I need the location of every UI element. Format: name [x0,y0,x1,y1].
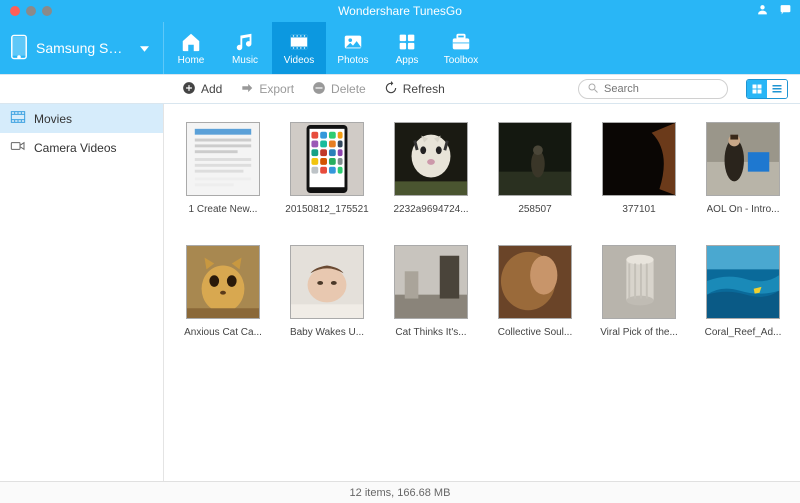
video-thumbnail [498,122,572,196]
video-label: AOL On - Intro... [707,204,780,215]
camcorder-icon [10,139,26,156]
title-right-icons [756,3,792,19]
video-tile[interactable]: Viral Pick of the... [602,245,676,338]
video-tile[interactable]: AOL On - Intro... [706,122,780,215]
account-icon[interactable] [756,3,769,19]
video-thumbnail [290,122,364,196]
video-label: Baby Wakes U... [290,327,364,338]
video-label: 20150812_175521 [285,204,368,215]
video-tile[interactable]: Collective Soul... [498,245,572,338]
view-toggle [746,79,788,99]
video-label: Collective Soul... [498,327,572,338]
nav-apps-label: Apps [396,55,419,66]
video-label: Coral_Reef_Ad... [705,327,782,338]
nav-music-label: Music [232,55,258,66]
phone-icon [10,34,28,63]
export-icon [240,81,254,98]
video-thumbnail [706,245,780,319]
add-label: Add [201,82,222,96]
search-input[interactable] [604,83,719,95]
refresh-icon [384,81,398,98]
nav-home-label: Home [178,55,205,66]
sidebar-item-camera-videos[interactable]: Camera Videos [0,133,163,162]
export-label: Export [259,82,294,96]
nav-photos-label: Photos [337,55,368,66]
video-thumbnail [394,245,468,319]
list-view-button[interactable] [767,80,787,98]
maximize-window-button[interactable] [42,6,52,16]
nav-toolbox-label: Toolbox [444,55,478,66]
content-area: 1 Create New... 20150812_175521 2232a96947… [164,104,800,481]
status-text: 12 items, 166.68 MB [350,487,451,499]
video-tile[interactable]: 2232a9694724... [394,122,468,215]
video-label: 1 Create New... [189,204,258,215]
minimize-window-button[interactable] [26,6,36,16]
nav-home[interactable]: Home [164,22,218,74]
video-tile[interactable]: 258507 [498,122,572,215]
video-grid: 1 Create New... 20150812_175521 2232a96947… [186,122,790,338]
title-bar: Wondershare TunesGo [0,0,800,22]
sidebar-camera-label: Camera Videos [34,141,117,155]
plus-circle-icon [182,81,196,98]
video-tile[interactable]: Cat Thinks It's... [394,245,468,338]
video-thumbnail [602,245,676,319]
video-tile[interactable]: Coral_Reef_Ad... [706,245,780,338]
video-thumbnail [186,245,260,319]
video-thumbnail [290,245,364,319]
window-title: Wondershare TunesGo [0,4,800,18]
sidebar-item-movies[interactable]: Movies [0,104,163,133]
top-navbar: Samsung SM-G... Home Music Videos Photos… [0,22,800,74]
search-box[interactable] [578,79,728,99]
video-label: 258507 [518,204,551,215]
video-thumbnail [186,122,260,196]
nav-music[interactable]: Music [218,22,272,74]
refresh-label: Refresh [403,82,445,96]
nav-items: Home Music Videos Photos Apps Toolbox [164,22,488,74]
video-thumbnail [394,122,468,196]
video-label: Anxious Cat Ca... [184,327,262,338]
video-label: Cat Thinks It's... [395,327,466,338]
video-tile[interactable]: Anxious Cat Ca... [186,245,260,338]
video-tile[interactable]: Baby Wakes U... [290,245,364,338]
film-icon [10,110,26,127]
video-tile[interactable]: 377101 [602,122,676,215]
video-label: 377101 [622,204,655,215]
sidebar: Movies Camera Videos [0,104,164,481]
nav-videos[interactable]: Videos [272,22,326,74]
chevron-down-icon [140,41,149,55]
toolbar: Add Export Delete Refresh [0,74,800,104]
add-button[interactable]: Add [182,81,222,98]
window-controls [0,6,52,16]
video-thumbnail [602,122,676,196]
grid-view-button[interactable] [747,80,767,98]
video-tile[interactable]: 1 Create New... [186,122,260,215]
export-button[interactable]: Export [240,81,294,98]
video-thumbnail [706,122,780,196]
delete-label: Delete [331,82,366,96]
sidebar-movies-label: Movies [34,112,72,126]
device-selector[interactable]: Samsung SM-G... [0,22,164,74]
feedback-icon[interactable] [779,3,792,19]
video-tile[interactable]: 20150812_175521 [290,122,364,215]
video-label: 2232a9694724... [393,204,468,215]
nav-videos-label: Videos [284,55,314,66]
status-bar: 12 items, 166.68 MB [0,481,800,503]
nav-photos[interactable]: Photos [326,22,380,74]
main-body: Movies Camera Videos 1 Create New... 2015… [0,104,800,481]
nav-apps[interactable]: Apps [380,22,434,74]
refresh-button[interactable]: Refresh [384,81,445,98]
video-label: Viral Pick of the... [600,327,678,338]
close-window-button[interactable] [10,6,20,16]
minus-circle-icon [312,81,326,98]
search-icon [587,82,599,97]
device-name: Samsung SM-G... [36,40,132,56]
video-thumbnail [498,245,572,319]
nav-toolbox[interactable]: Toolbox [434,22,488,74]
delete-button[interactable]: Delete [312,81,366,98]
